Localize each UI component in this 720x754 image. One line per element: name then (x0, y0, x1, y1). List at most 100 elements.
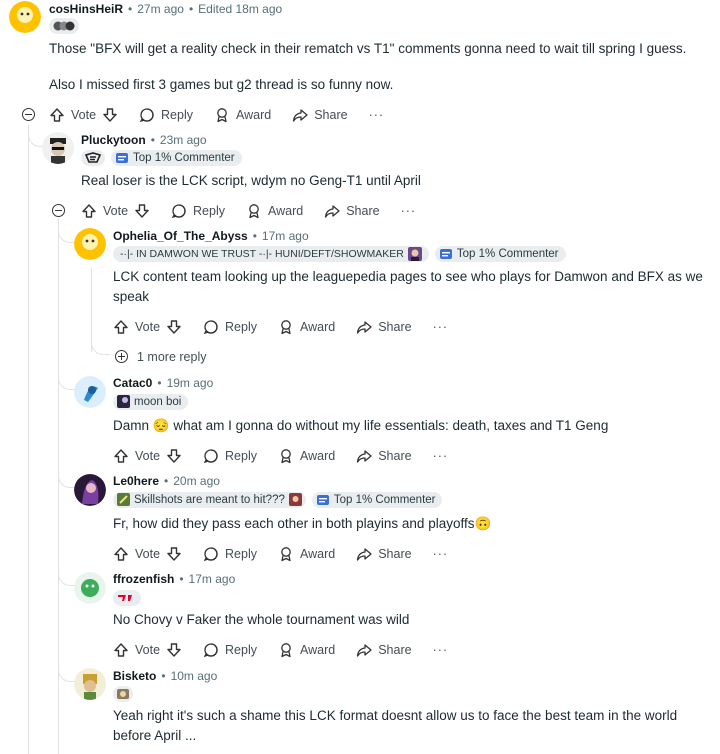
more-options-button[interactable]: ··· (433, 547, 449, 561)
more-options-icon[interactable]: ··· (433, 320, 449, 334)
share-button[interactable]: Share (356, 546, 412, 562)
reply-button[interactable]: Reply (203, 448, 257, 464)
reply-button[interactable]: Reply (203, 642, 257, 658)
more-replies-link[interactable]: 1 more reply (137, 350, 206, 364)
comment-body: Yeah right it's such a shame this LCK fo… (113, 708, 678, 723)
separator: • (150, 133, 155, 147)
downvote-icon[interactable] (166, 546, 182, 562)
avatar[interactable] (74, 668, 106, 700)
reply-button[interactable]: Reply (203, 546, 257, 562)
reply-icon (203, 547, 218, 562)
downvote-icon[interactable] (166, 642, 182, 658)
more-replies-label[interactable]: 1 more reply (137, 350, 206, 364)
more-options-button[interactable]: ··· (369, 108, 385, 122)
share-label: Share (346, 204, 380, 218)
avatar[interactable] (9, 1, 41, 33)
award-label: Award (300, 320, 336, 334)
award-icon (281, 643, 291, 658)
more-options-button[interactable]: ··· (433, 320, 449, 334)
award-button[interactable]: Award (246, 203, 303, 219)
more-options-button[interactable]: ··· (433, 449, 449, 463)
upvote-icon[interactable] (49, 107, 65, 123)
reply-label: Reply (161, 108, 193, 122)
share-icon (357, 450, 372, 463)
avatar[interactable] (74, 376, 106, 408)
vote-control: Vote (49, 107, 118, 123)
vote-label: Vote (135, 320, 161, 334)
share-button[interactable]: Share (356, 319, 412, 335)
username[interactable]: Ophelia_Of_The_Abyss (113, 229, 248, 243)
comment-meta: Ophelia_Of_The_Abyss • 17m ago (113, 229, 309, 243)
award-button[interactable]: Award (278, 642, 335, 658)
upvote-icon[interactable] (113, 319, 129, 335)
avatar[interactable] (74, 474, 106, 506)
downvote-icon[interactable] (166, 448, 182, 464)
share-button[interactable]: Share (356, 448, 412, 464)
more-options-icon[interactable]: ··· (433, 449, 449, 463)
vote-label: Vote (103, 204, 129, 218)
username[interactable]: Bisketo (113, 669, 156, 683)
comment-body: Also I missed first 3 games but g2 threa… (49, 77, 394, 92)
award-icon (281, 449, 291, 464)
vote-label: Vote (71, 108, 97, 122)
more-options-icon[interactable]: ··· (433, 547, 449, 561)
collapse-thread-button[interactable] (22, 108, 35, 121)
avatar[interactable] (74, 572, 106, 604)
action-bar: Vote Reply Award Share ··· (113, 639, 469, 661)
upvote-icon[interactable] (113, 642, 129, 658)
share-icon (325, 205, 340, 218)
award-button[interactable]: Award (278, 448, 335, 464)
comment-meta: Bisketo • 10m ago (113, 669, 217, 683)
reply-button[interactable]: Reply (139, 107, 193, 123)
downvote-icon[interactable] (102, 107, 118, 123)
username[interactable]: Le0here (113, 474, 159, 488)
comment-meta: Catac0 • 19m ago (113, 376, 213, 390)
avatar[interactable] (42, 132, 74, 164)
share-button[interactable]: Share (292, 107, 348, 123)
username[interactable]: Catac0 (113, 376, 152, 390)
award-label: Award (300, 643, 336, 657)
comment-body: No Chovy v Faker the whole tournament wa… (113, 612, 410, 627)
award-button[interactable]: Award (278, 319, 335, 335)
username[interactable]: cosHinsHeiR (49, 2, 123, 16)
username[interactable]: Pluckytoon (81, 133, 146, 147)
flair-row (113, 589, 141, 606)
share-label: Share (378, 320, 412, 334)
reply-label: Reply (225, 547, 257, 561)
timestamp: 17m ago (261, 229, 309, 243)
reply-button[interactable]: Reply (171, 203, 225, 219)
comment-body: before April ... (113, 728, 197, 743)
collapse-thread-button[interactable] (52, 204, 65, 217)
downvote-icon[interactable] (134, 203, 150, 219)
top-commenter-label: Top 1% Commenter (133, 151, 235, 164)
flair-emoji (113, 685, 133, 702)
share-button[interactable]: Share (356, 642, 412, 658)
award-button[interactable]: Award (214, 107, 271, 123)
more-options-button[interactable]: ··· (433, 643, 449, 657)
username[interactable]: ffrozenfish (113, 572, 174, 586)
upvote-icon[interactable] (113, 546, 129, 562)
comment-meta: cosHinsHeiR • 27m ago • Edited 18m ago (49, 2, 282, 16)
upvote-icon[interactable] (113, 448, 129, 464)
action-bar: Vote Reply Award Share ··· (113, 543, 469, 565)
timestamp: 17m ago (188, 572, 236, 586)
share-label: Share (378, 643, 412, 657)
upvote-icon[interactable] (81, 203, 97, 219)
more-options-icon[interactable]: ··· (369, 108, 385, 122)
expand-replies-icon[interactable] (115, 350, 128, 363)
downvote-icon[interactable] (166, 319, 182, 335)
more-options-icon[interactable]: ··· (401, 204, 417, 218)
award-button[interactable]: Award (278, 546, 335, 562)
more-options-icon[interactable]: ··· (433, 643, 449, 657)
reply-button[interactable]: Reply (203, 319, 257, 335)
share-label: Share (314, 108, 348, 122)
more-options-button[interactable]: ··· (401, 204, 417, 218)
action-bar: Vote Reply Award Share ··· (49, 104, 405, 126)
reply-label: Reply (225, 320, 257, 334)
user-flair: moon boi (113, 393, 189, 410)
reply-label: Reply (225, 643, 257, 657)
reply-icon (203, 320, 218, 335)
separator: • (161, 669, 166, 683)
share-button[interactable]: Share (324, 203, 380, 219)
avatar[interactable] (74, 228, 106, 260)
